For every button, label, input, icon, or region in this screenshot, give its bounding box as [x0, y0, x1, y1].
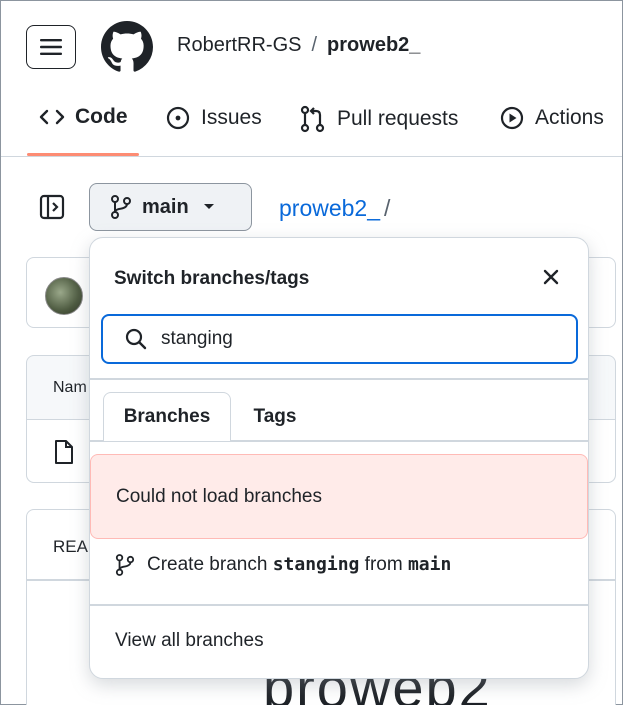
- create-branch-name: stanging: [272, 554, 360, 575]
- create-branch-prefix: Create branch: [147, 554, 268, 575]
- create-branch-item[interactable]: Create branch stanging from main: [115, 552, 451, 578]
- hamburger-icon: [40, 39, 62, 55]
- close-icon: [543, 269, 559, 285]
- code-icon: [39, 109, 65, 125]
- breadcrumb: RobertRR-GS / proweb2_: [177, 34, 420, 57]
- branch-search-input[interactable]: [161, 328, 541, 350]
- close-button[interactable]: [538, 264, 564, 290]
- play-icon: [500, 106, 524, 130]
- tab-pull-requests[interactable]: Pull requests: [299, 105, 458, 133]
- tab-actions-label: Actions: [535, 106, 604, 129]
- error-text: Could not load branches: [116, 485, 322, 507]
- create-branch-source: main: [407, 554, 452, 575]
- path-separator: /: [384, 195, 391, 221]
- repo-name-link[interactable]: proweb2_: [327, 34, 420, 57]
- branch-button-label: main: [142, 195, 189, 218]
- repo-path-link[interactable]: proweb2_: [279, 195, 380, 221]
- issue-opened-icon: [166, 106, 190, 130]
- branch-search-field[interactable]: [101, 314, 578, 364]
- create-branch-from: from: [364, 554, 403, 575]
- branch-switch-dropdown: Switch branches/tags Branches Tags Could…: [89, 237, 589, 679]
- repo-nav-tabs: Code Issues Pull requests Actions: [1, 97, 622, 157]
- dropdown-title: Switch branches/tags: [114, 268, 310, 289]
- tab-branches-label: Branches: [123, 406, 211, 427]
- readme-header: REA: [53, 537, 88, 556]
- tab-branches[interactable]: Branches: [103, 392, 231, 441]
- menu-button[interactable]: [26, 25, 76, 69]
- search-icon: [125, 328, 147, 350]
- dropdown-divider: [90, 378, 588, 380]
- triangle-down-icon: [203, 204, 214, 209]
- sidebar-expand-icon[interactable]: [39, 194, 65, 220]
- tab-code-label: Code: [75, 105, 128, 128]
- tab-code[interactable]: Code: [39, 105, 128, 129]
- tab-issues[interactable]: Issues: [165, 105, 262, 131]
- git-pull-request-icon: [300, 105, 325, 133]
- tab-tags-label: Tags: [253, 405, 297, 427]
- git-branch-icon: [111, 195, 131, 219]
- git-branch-icon: [115, 554, 135, 576]
- view-all-branches-link[interactable]: View all branches: [115, 630, 264, 652]
- dropdown-footer-divider: [90, 604, 588, 606]
- avatar: [45, 277, 83, 315]
- table-header-name: Nam: [53, 379, 87, 396]
- tab-tags[interactable]: Tags: [250, 392, 300, 441]
- tab-actions[interactable]: Actions: [499, 105, 604, 131]
- breadcrumb-separator: /: [311, 34, 318, 56]
- file-icon: [55, 440, 73, 464]
- tab-pull-requests-label: Pull requests: [337, 107, 459, 130]
- active-tab-indicator: [27, 153, 139, 156]
- github-logo-icon[interactable]: [101, 21, 153, 73]
- error-message: Could not load branches: [90, 454, 588, 539]
- repo-owner-link[interactable]: RobertRR-GS: [177, 34, 301, 57]
- branch-select-button[interactable]: main: [89, 183, 252, 231]
- tab-issues-label: Issues: [201, 106, 262, 129]
- repo-path-breadcrumb: proweb2_ /: [279, 195, 390, 222]
